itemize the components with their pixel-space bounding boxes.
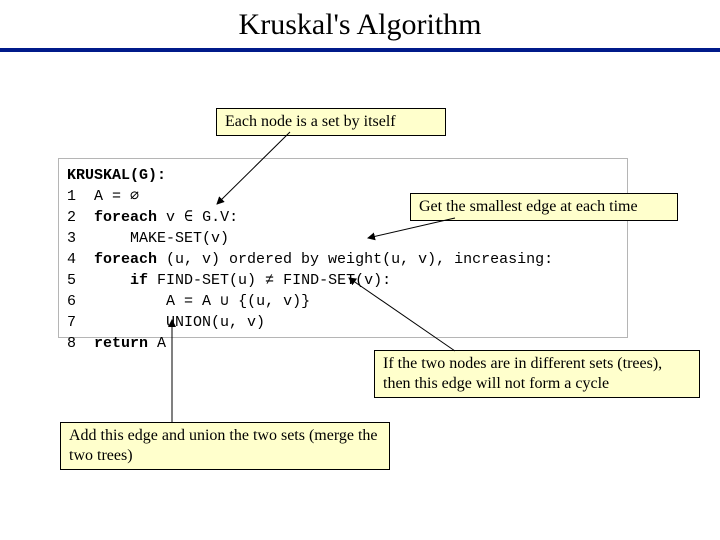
code-l4-b: (u, v) ordered by weight(u, v), increasi… <box>157 251 553 268</box>
annotation-smallest-edge: Get the smallest edge at each time <box>410 193 678 221</box>
code-l4-kw: foreach <box>94 251 157 268</box>
page-title: Kruskal's Algorithm <box>0 0 720 48</box>
code-l2-sym: ∈ <box>184 209 193 226</box>
code-l1-sym: ∅ <box>130 188 139 205</box>
code-l2-kw: foreach <box>94 209 157 226</box>
title-divider <box>0 48 720 52</box>
code-l8-kw: return <box>94 335 148 352</box>
code-l5-c: FIND-SET(v): <box>274 272 391 289</box>
code-header: KRUSKAL(G): <box>67 167 166 184</box>
code-l8-a: 8 <box>67 335 94 352</box>
annotation-each-node: Each node is a set by itself <box>216 108 446 136</box>
annotation-union: Add this edge and union the two sets (me… <box>60 422 390 470</box>
code-l2-a: 2 <box>67 209 94 226</box>
code-l6-a: 6 A = A <box>67 293 220 310</box>
code-l5-sym: ≠ <box>265 272 274 289</box>
code-l2-b: v <box>157 209 184 226</box>
code-l5-kw: if <box>130 272 148 289</box>
code-l8-b: A <box>148 335 166 352</box>
code-l3: 3 MAKE-SET(v) <box>67 230 229 247</box>
pseudocode-box: KRUSKAL(G): 1 A = ∅ 2 foreach v ∈ G.V: 3… <box>58 158 628 338</box>
code-l5-a: 5 <box>67 272 130 289</box>
annotation-different-sets: If the two nodes are in different sets (… <box>374 350 700 398</box>
code-l1-a: 1 A = <box>67 188 130 205</box>
code-l2-c: G.V: <box>193 209 238 226</box>
code-l7: 7 UNION(u, v) <box>67 314 265 331</box>
code-l6-sym: ∪ <box>220 293 229 310</box>
code-l6-b: {(u, v)} <box>229 293 310 310</box>
code-l5-b: FIND-SET(u) <box>148 272 265 289</box>
code-l4-a: 4 <box>67 251 94 268</box>
